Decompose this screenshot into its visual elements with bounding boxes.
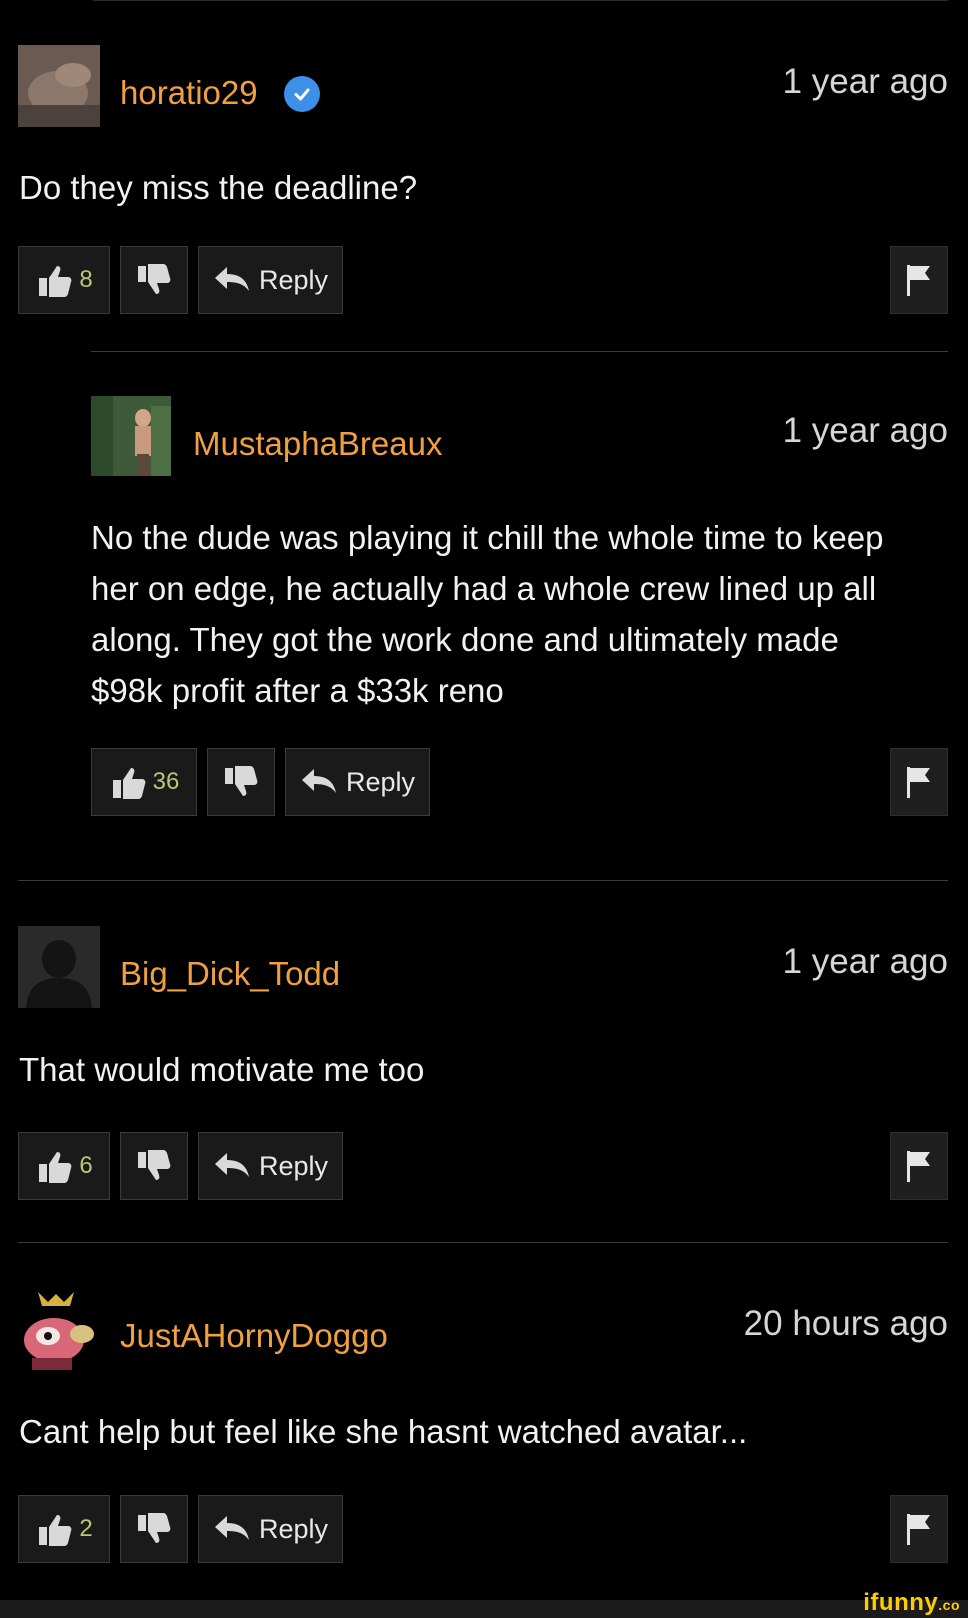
divider <box>18 880 948 881</box>
thumbs-up-icon <box>39 1515 72 1546</box>
flag-button[interactable] <box>890 1495 948 1563</box>
dislike-button[interactable] <box>120 1132 188 1200</box>
reply-label: Reply <box>258 1150 329 1181</box>
avatar[interactable] <box>91 396 171 476</box>
username[interactable]: Big_Dick_Todd <box>120 955 340 993</box>
thumbs-up-icon <box>39 266 72 297</box>
dislike-button[interactable] <box>120 246 188 314</box>
flag-button[interactable] <box>890 246 948 314</box>
like-button[interactable]: 8 <box>18 246 110 314</box>
avatar[interactable] <box>18 1288 100 1370</box>
thumbs-down-icon <box>225 766 258 796</box>
reply-arrow-icon <box>214 267 249 291</box>
ifunny-watermark: ifunny.co <box>863 1589 960 1616</box>
username[interactable]: JustAHornyDoggo <box>120 1317 388 1355</box>
like-count: 6 <box>79 1152 93 1179</box>
like-count: 2 <box>79 1515 93 1542</box>
flag-icon <box>907 265 930 296</box>
comment-text: No the dude was playing it chill the who… <box>91 519 884 709</box>
flag-button[interactable] <box>890 1132 948 1200</box>
username[interactable]: horatio29 <box>120 74 258 112</box>
dislike-button[interactable] <box>120 1495 188 1563</box>
thumbs-down-icon <box>138 264 171 294</box>
reply-button[interactable]: Reply <box>198 1495 343 1563</box>
footer-bar <box>0 1600 968 1618</box>
avatar[interactable] <box>18 926 100 1008</box>
timestamp: 1 year ago <box>782 942 948 981</box>
like-count: 8 <box>79 266 93 293</box>
reply-arrow-icon <box>214 1153 249 1177</box>
top-divider <box>93 0 948 1</box>
comment-text: Do they miss the deadline? <box>19 169 418 206</box>
reply-button[interactable]: Reply <box>285 748 430 816</box>
dislike-button[interactable] <box>207 748 275 816</box>
reply-label: Reply <box>258 1513 329 1544</box>
flag-icon <box>907 1151 930 1182</box>
flag-icon <box>907 1514 930 1545</box>
reply-label: Reply <box>258 264 329 295</box>
reply-arrow-icon <box>214 1516 249 1540</box>
thumbs-up-icon <box>112 768 146 799</box>
reply-label: Reply <box>345 766 416 797</box>
reply-button[interactable]: Reply <box>198 246 343 314</box>
divider <box>18 1242 948 1243</box>
avatar[interactable] <box>18 45 100 127</box>
timestamp: 20 hours ago <box>743 1304 948 1343</box>
thumbs-down-icon <box>138 1150 171 1180</box>
comment-text: Cant help but feel like she hasnt watche… <box>19 1413 748 1450</box>
comment-text: That would motivate me too <box>19 1051 425 1088</box>
divider <box>91 351 948 352</box>
like-button[interactable]: 36 <box>91 748 197 816</box>
username[interactable]: MustaphaBreaux <box>193 425 442 463</box>
verified-badge-icon <box>284 76 320 112</box>
like-button[interactable]: 6 <box>18 1132 110 1200</box>
timestamp: 1 year ago <box>782 62 948 101</box>
timestamp: 1 year ago <box>782 411 948 450</box>
flag-icon <box>907 767 930 798</box>
reply-arrow-icon <box>301 769 336 793</box>
reply-button[interactable]: Reply <box>198 1132 343 1200</box>
thumbs-down-icon <box>138 1513 171 1543</box>
flag-button[interactable] <box>890 748 948 816</box>
thumbs-up-icon <box>39 1152 72 1183</box>
like-button[interactable]: 2 <box>18 1495 110 1563</box>
like-count: 36 <box>152 768 180 795</box>
